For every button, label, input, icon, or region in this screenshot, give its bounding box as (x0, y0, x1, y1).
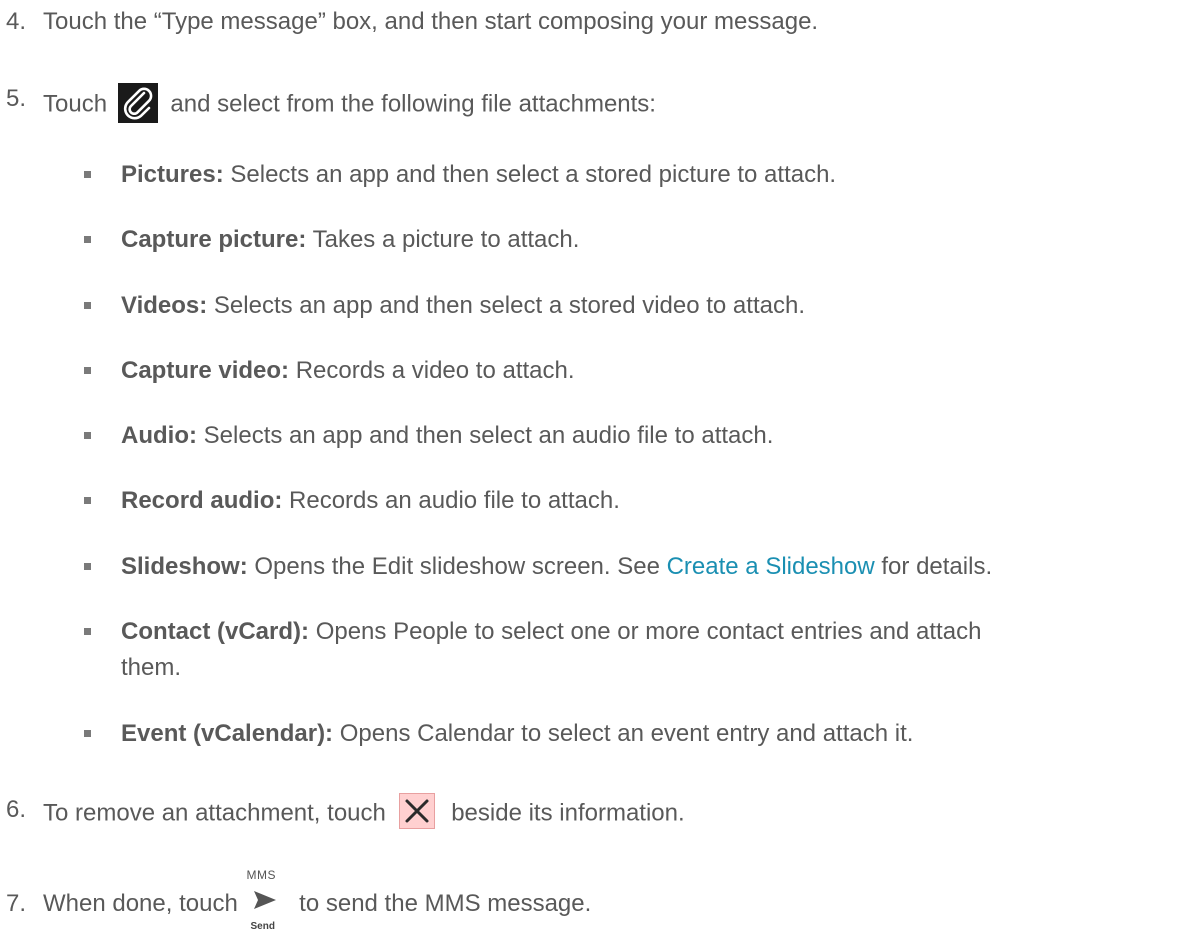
send-label: Send (250, 920, 275, 932)
item-term: Capture video: (121, 357, 290, 384)
item-desc: Records a video to attach. (295, 357, 575, 384)
bullet-icon (84, 236, 91, 243)
bullet-icon (84, 497, 91, 504)
step-suffix: beside its information. (451, 799, 685, 827)
close-x-icon[interactable] (398, 793, 435, 829)
bullet-icon (84, 302, 91, 309)
item-term: Contact (vCard): (121, 618, 310, 645)
create-slideshow-link[interactable]: Create a Slideshow (667, 553, 875, 580)
item-desc-after: for details. (881, 553, 993, 580)
bullet-icon (84, 730, 91, 737)
send-mms-label: MMS (246, 867, 276, 882)
item-term: Audio: (121, 422, 197, 449)
step-prefix: Touch (43, 90, 108, 118)
send-icon[interactable]: MMS Send (246, 868, 284, 932)
item-term: Slideshow: (121, 553, 248, 580)
bullet-icon (84, 628, 91, 635)
step-number: 6. (6, 796, 27, 823)
bullet-icon (84, 563, 91, 570)
item-term: Videos: (121, 292, 208, 319)
item-term: Capture picture: (121, 226, 307, 253)
item-desc: Records an audio file to attach. (289, 487, 620, 514)
step-number: 7. (6, 890, 27, 917)
step-text: To remove an attachment, touch beside it… (43, 793, 685, 832)
step-prefix: When done, touch (43, 890, 238, 917)
step-text: Touch and select from the following file… (43, 83, 656, 125)
item-desc: Selects an app and then select a stored … (213, 292, 805, 319)
step-prefix: To remove an attachment, touch (43, 799, 386, 827)
paperclip-icon[interactable] (117, 83, 158, 123)
bullet-icon (84, 171, 91, 178)
item-term: Pictures: (121, 161, 224, 188)
step-number: 5. (6, 85, 27, 112)
bullet-icon (84, 367, 91, 374)
item-desc: Opens People to select one or more conta… (315, 618, 982, 645)
step-number: 4. (6, 8, 27, 35)
item-desc: Selects an app and then select a stored … (230, 161, 837, 188)
bullet-icon (84, 432, 91, 439)
item-desc: Opens the Edit slideshow screen. See (254, 553, 660, 580)
item-desc: Selects an app and then select an audio … (203, 422, 774, 449)
step-suffix: and select from the following file attac… (170, 90, 656, 118)
item-desc-line2: them. (121, 654, 182, 681)
item-desc: Opens Calendar to select an event entry … (339, 720, 914, 747)
item-term: Event (vCalendar): (121, 720, 334, 747)
step-text: When done, touch MMS Send to send the MM… (43, 868, 592, 932)
step-text: Touch the “Type message” box, and then s… (43, 8, 819, 35)
item-term: Record audio: (121, 487, 283, 514)
step-suffix: to send the MMS message. (299, 890, 592, 917)
item-desc: Takes a picture to attach. (312, 226, 580, 253)
